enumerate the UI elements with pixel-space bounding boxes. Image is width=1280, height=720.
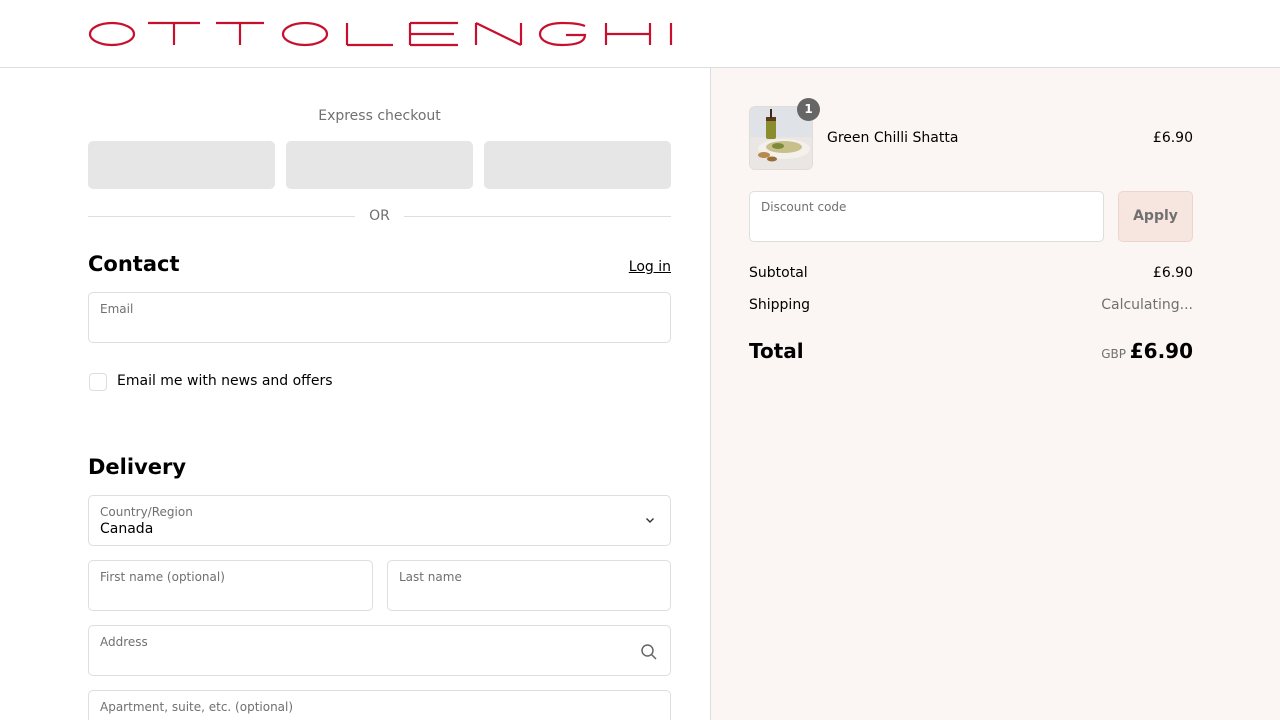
product-price: £6.90 [1152, 130, 1193, 146]
total-value: £6.90 [1129, 339, 1193, 363]
last-name-label: Last name [399, 570, 462, 584]
address-label: Address [100, 635, 148, 649]
site-header [0, 0, 1280, 68]
discount-code-field[interactable]: Discount code [749, 191, 1104, 242]
ottolenghi-logo[interactable] [88, 20, 673, 48]
search-icon[interactable] [640, 643, 658, 661]
address-field[interactable]: Address [88, 625, 671, 676]
shipping-value: Calculating... [1101, 297, 1193, 313]
product-name: Green Chilli Shatta [827, 130, 959, 146]
express-checkout-title: Express checkout [318, 108, 441, 124]
shipping-label: Shipping [749, 297, 811, 313]
quantity-badge: 1 [797, 98, 820, 121]
chevron-down-icon [646, 518, 654, 523]
express-pay-button-1[interactable] [88, 141, 275, 189]
total-label: Total [749, 339, 804, 363]
login-link[interactable]: Log in [560, 259, 671, 275]
country-select-label: Country/Region [100, 505, 193, 519]
apartment-field[interactable]: Apartment, suite, etc. (optional) [88, 690, 671, 720]
contact-heading: Contact [88, 252, 180, 276]
checkout-form-column: Express checkout OR Contact Log in Email… [0, 68, 710, 720]
email-field[interactable]: Email [88, 292, 671, 343]
apartment-label: Apartment, suite, etc. (optional) [100, 700, 294, 714]
newsletter-label[interactable]: Email me with news and offers [117, 373, 333, 389]
email-field-label: Email [100, 302, 134, 316]
total-currency: GBP [1101, 347, 1126, 361]
newsletter-checkbox[interactable] [89, 373, 107, 391]
or-divider: OR [88, 207, 671, 225]
delivery-heading: Delivery [88, 455, 187, 479]
last-name-field[interactable]: Last name [387, 560, 671, 611]
subtotal-value: £6.90 [1152, 265, 1193, 281]
order-summary: 1 Green Chilli Shatta £6.90 Discount cod… [710, 68, 1280, 720]
country-select-value[interactable]: Canada [100, 521, 153, 537]
divider-line-right [404, 216, 671, 217]
first-name-label: First name (optional) [100, 570, 225, 584]
apply-discount-button[interactable]: Apply [1118, 191, 1193, 242]
first-name-field[interactable]: First name (optional) [88, 560, 373, 611]
country-select[interactable]: Country/Region Canada [88, 495, 671, 546]
express-pay-button-2[interactable] [286, 141, 473, 189]
subtotal-label: Subtotal [749, 265, 808, 281]
express-pay-button-3[interactable] [484, 141, 671, 189]
discount-code-label: Discount code [761, 200, 847, 214]
